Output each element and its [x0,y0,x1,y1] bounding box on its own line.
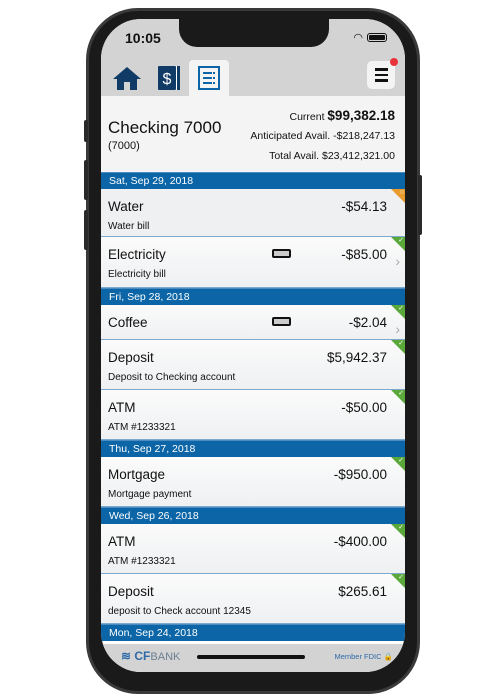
battery-icon [367,33,387,42]
account-header: Checking 7000 (7000) Current $99,382.18 … [101,96,405,172]
date-header: Wed, Sep 26, 2018 [101,507,405,524]
date-header: Mon, Sep 24, 2018 [101,624,405,641]
screen: 10:05 ◠ $ Checking 7000 (7000) Current $… [101,19,405,672]
pending-icon: ○ [391,189,405,203]
cleared-check-icon: ✓ [391,457,405,471]
status-time: 10:05 [125,30,161,46]
cleared-check-icon: ✓ [391,237,405,251]
cleared-check-icon: ✓ [391,305,405,319]
account-number: (7000) [108,140,140,152]
transaction-description: Deposit to Checking account [108,372,236,383]
total-balance: Total Avail. $23,412,321.00 [269,150,395,162]
receipt-icon[interactable] [272,249,291,258]
cfbank-logo: ≋ CFBANK [121,649,181,663]
transaction-row[interactable]: Deposit Deposit to Checking account $5,942… [101,340,405,390]
transaction-title: Mortgage [108,467,166,482]
footer: ≋ CFBANK Member FDIC 🔒 [101,644,405,672]
mute-switch [84,120,88,142]
home-indicator[interactable] [197,655,305,659]
transaction-row[interactable]: Deposit deposit to Check account 12345 $26… [101,574,405,624]
transaction-title: Deposit [108,584,154,599]
wifi-icon: ◠ [353,32,363,44]
anticipated-balance: Anticipated Avail. -$218,247.13 [250,130,395,142]
tab-accounts[interactable]: $ [149,60,189,96]
receipt-icon[interactable] [272,317,291,326]
transaction-description: Electricity bill [108,269,166,280]
volume-up-button [84,160,88,200]
power-button [418,175,422,235]
current-balance: Current $99,382.18 [289,108,395,123]
transaction-row[interactable]: ATM ATM #1233321 -$50.00 ✓ [101,390,405,440]
transaction-description: Mortgage payment [108,489,192,500]
volume-down-button [84,210,88,250]
transaction-title: ATM [108,534,136,549]
cleared-check-icon: ✓ [391,340,405,354]
transaction-row[interactable]: Coffee -$2.04 › ✓ [101,305,405,340]
tab-bar: $ [101,55,405,96]
transactions-list-icon [198,66,220,90]
transaction-description: Water bill [108,221,150,232]
lock-icon: 🔒 [383,652,393,661]
notification-dot [390,58,398,66]
cleared-check-icon: ✓ [391,524,405,538]
transaction-amount: -$54.13 [341,199,387,214]
transaction-description: ATM #1233321 [108,422,176,433]
home-icon [113,67,141,90]
transaction-title: Electricity [108,247,166,262]
transaction-amount: -$85.00 [341,247,387,262]
transaction-row[interactable]: Mortgage Mortgage payment -$950.00 ✓ [101,457,405,507]
tab-home[interactable] [107,60,147,96]
member-fdic: Member FDIC 🔒 [334,652,393,661]
transaction-description: deposit to Check account 12345 [108,606,251,617]
transaction-title: Coffee [108,315,148,330]
transaction-title: Water [108,199,144,214]
tab-transactions[interactable] [189,60,229,96]
hamburger-menu-icon [374,68,388,71]
chevron-right-icon[interactable]: › [395,253,400,269]
transaction-amount: $5,942.37 [326,350,387,365]
chevron-right-icon[interactable]: › [395,321,400,337]
transaction-amount: -$2.04 [348,315,387,330]
transaction-amount: $265.61 [338,584,387,599]
transaction-title: ATM [108,400,136,415]
date-header: Sat, Sep 29, 2018 [101,172,405,189]
transaction-row[interactable]: Water Water bill -$54.13 ○ [101,189,405,237]
transaction-title: Deposit [108,350,154,365]
cleared-check-icon: ✓ [391,390,405,404]
transaction-row[interactable]: Electricity Electricity bill -$85.00 › ✓ [101,237,405,288]
dollar-accounts-icon: $ [158,66,180,90]
notch [179,19,329,47]
cleared-check-icon: ✓ [391,574,405,588]
transaction-amount: -$400.00 [333,534,387,549]
date-header: Fri, Sep 28, 2018 [101,288,405,305]
transaction-amount: -$950.00 [333,467,387,482]
date-header: Thu, Sep 27, 2018 [101,440,405,457]
transaction-row[interactable]: ATM ATM #1233321 -$400.00 ✓ [101,524,405,574]
transaction-list[interactable]: Sat, Sep 29, 2018 Water Water bill -$54.13 ○… [101,172,405,644]
account-name: Checking 7000 [108,118,222,137]
status-bar: 10:05 ◠ [101,19,405,55]
transaction-description: ATM #1233321 [108,556,176,567]
menu-button[interactable] [367,58,398,89]
transaction-amount: -$50.00 [341,400,387,415]
svg-text:$: $ [163,71,172,88]
